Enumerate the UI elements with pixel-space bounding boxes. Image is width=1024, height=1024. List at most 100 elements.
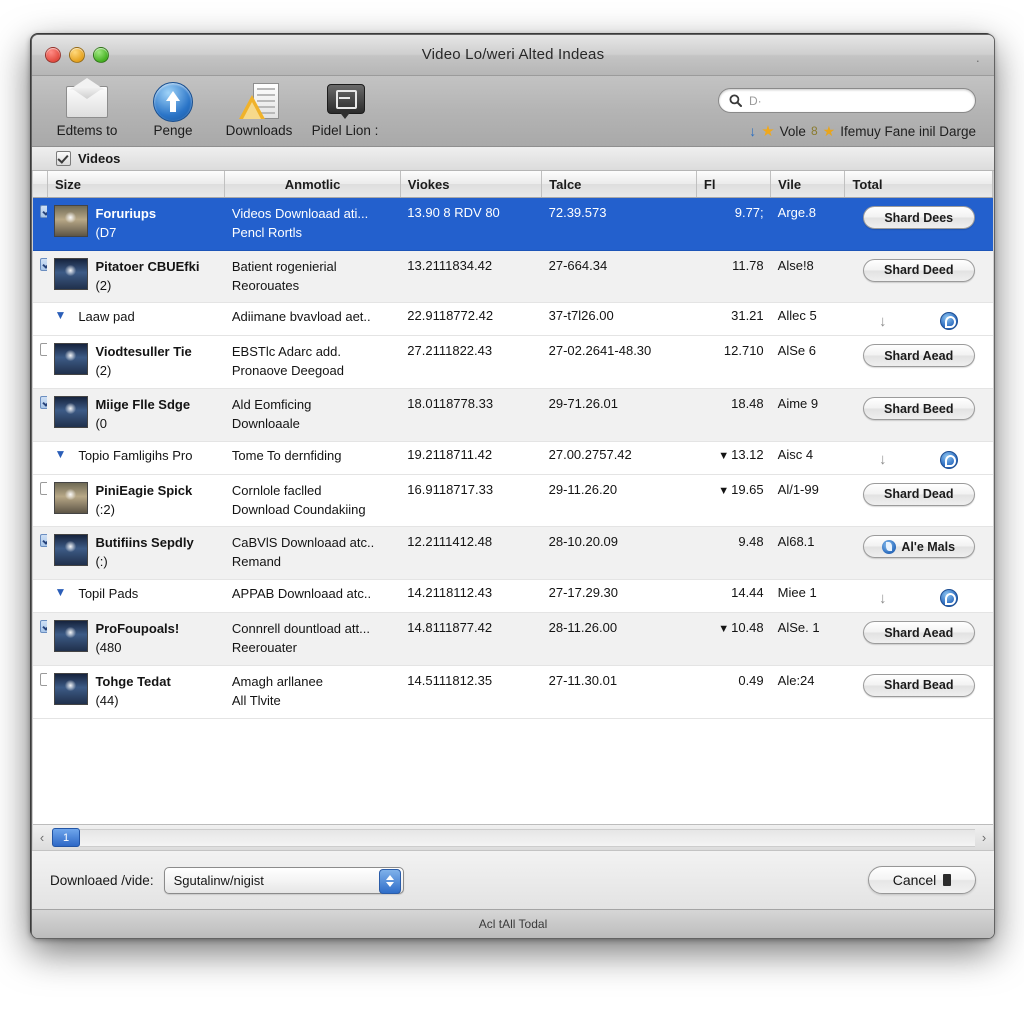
row-checkbox-cell[interactable] — [33, 612, 48, 666]
cell-talce: 37-t7l26.00 — [541, 302, 697, 337]
download-arrow-icon[interactable]: ↓ — [879, 313, 887, 330]
horizontal-scrollbar[interactable]: ‹ 1 › — [33, 824, 993, 850]
row-action-button[interactable]: Shard Bead — [862, 673, 975, 697]
row-checkbox[interactable] — [40, 257, 48, 271]
group-checkbox[interactable] — [56, 151, 71, 166]
row-action-button[interactable]: Al'e Mals — [862, 535, 975, 559]
row-name-primary: Viodtesuller Tie — [95, 344, 192, 360]
status-circle-icon[interactable] — [940, 589, 959, 608]
table-row[interactable]: Pitatoer CBUEfki (2) Batient rogenierial Re… — [33, 250, 993, 304]
scroll-right-arrow[interactable]: › — [975, 830, 993, 845]
row-action-button[interactable]: Shard Aead — [862, 621, 975, 645]
column-header-talce[interactable]: Talce — [541, 171, 697, 198]
table-row[interactable]: ▼ Topil Pads APPAB Downloaad atc.. 14.21181… — [33, 579, 993, 614]
chevron-down-icon[interactable]: ▼ — [54, 447, 66, 461]
search-icon — [729, 94, 742, 107]
down-caret-icon: ▼ — [718, 484, 730, 497]
row-checkbox[interactable] — [40, 481, 48, 495]
row-name-primary: Topil Pads — [78, 586, 139, 602]
table-row[interactable]: ▼ Laaw pad Adiimane bvavload aet.. 22.91187… — [33, 302, 993, 337]
cell-fl: 9.77; — [696, 197, 771, 251]
row-checkbox-cell[interactable] — [33, 388, 48, 442]
cell-anmotlic: Ald Eomficing Downloaale — [224, 388, 401, 442]
row-checkbox[interactable] — [40, 396, 48, 410]
down-caret-icon: ▼ — [718, 623, 730, 636]
row-checkbox-cell[interactable] — [33, 579, 48, 614]
column-header-anmotlic[interactable]: Anmotlic — [224, 171, 401, 198]
column-header-fl[interactable]: Fl — [696, 171, 772, 198]
column-header-checkbox — [33, 171, 48, 198]
toolbar-label: Pidel Lion : — [311, 123, 379, 138]
row-checkbox-cell[interactable] — [33, 335, 48, 390]
cell-size-name: PiniEagie Spick (:2) — [47, 474, 225, 528]
table-row[interactable]: Tohge Tedat (44) Amagh arllanee All Tlvite 1… — [33, 665, 993, 719]
chevron-down-icon[interactable]: ▼ — [54, 308, 66, 322]
toolbar-button-pidel-lion[interactable]: Pidel Lion : — [302, 79, 388, 138]
table-row[interactable]: Foruriups (D7 Videos Downloaad ati... Pencl… — [33, 197, 993, 251]
download-arrow-icon[interactable]: ↓ — [879, 451, 887, 468]
group-header-videos[interactable]: Videos — [32, 147, 994, 171]
stop-glyph-icon — [943, 874, 952, 886]
scroll-left-arrow[interactable]: ‹ — [33, 830, 51, 845]
row-desc-secondary: Pronaove Deegoad — [231, 363, 344, 379]
row-checkbox[interactable] — [40, 343, 48, 357]
status-bar: Acl tAll Todal — [32, 909, 994, 938]
stepper-icon[interactable] — [378, 868, 401, 894]
search-input[interactable]: D· — [718, 88, 976, 113]
row-action-button[interactable]: Shard Aead — [862, 344, 975, 368]
row-checkbox-cell[interactable] — [33, 197, 48, 251]
row-desc-primary: CaBVlS Downloaad atc.. — [231, 535, 375, 551]
chevron-down-icon[interactable]: ▼ — [54, 585, 66, 599]
column-header-vile[interactable]: Vile — [770, 171, 846, 198]
row-name-secondary: (44) — [95, 692, 119, 708]
row-checkbox-cell[interactable] — [33, 526, 48, 581]
row-action-button[interactable]: Shard Beed — [862, 397, 975, 421]
thumbnail-image — [54, 481, 89, 514]
row-checkbox-cell[interactable] — [33, 441, 48, 475]
page-indicator[interactable]: 1 — [52, 828, 80, 847]
row-checkbox[interactable] — [40, 534, 48, 548]
toolbar-button-edtems-to[interactable]: Edtems to — [44, 78, 130, 138]
row-checkbox[interactable] — [40, 672, 48, 686]
table-row[interactable]: PiniEagie Spick (:2) Cornlole faclled Downl… — [33, 474, 993, 528]
row-checkbox[interactable] — [40, 205, 48, 218]
column-header-size[interactable]: Size — [47, 171, 226, 198]
cell-fl: 18.48 — [696, 388, 771, 442]
row-desc-primary: Batient rogenierial — [231, 258, 337, 274]
row-checkbox-cell[interactable] — [33, 250, 48, 304]
cell-size-name: ▼ Topil Pads — [47, 579, 225, 614]
toolbar-button-penge[interactable]: Penge — [130, 79, 216, 138]
table-row[interactable]: Butifiins Sepdly (:) CaBVlS Downloaad atc.… — [33, 526, 993, 581]
cell-size-name: Pitatoer CBUEfki (2) — [47, 250, 225, 304]
toolbar-button-downloads[interactable]: Downloads — [216, 79, 302, 138]
cancel-button[interactable]: Cancel — [868, 866, 976, 894]
row-checkbox-cell[interactable] — [33, 665, 48, 719]
cell-anmotlic: Connrell dountload att... Reerouater — [224, 612, 401, 666]
table-row[interactable]: Miige Flle Sdge (0 Ald Eomficing Downloaale… — [33, 388, 993, 442]
table-row[interactable]: ▼ Topio Famligihs Pro Tome To dernfiding 19… — [33, 441, 993, 475]
row-action-button[interactable]: Shard Dees — [862, 206, 975, 229]
cell-fl: 9.48 — [696, 526, 771, 581]
table-row[interactable]: Viodtesuller Tie (2) EBSTlc Adarc add. Pron… — [33, 335, 993, 390]
search-placeholder: D· — [749, 93, 762, 108]
download-arrow-icon[interactable]: ↓ — [879, 590, 887, 607]
download-location-popup[interactable]: Sgutalinw/nigist — [163, 866, 404, 894]
cell-anmotlic: Videos Downloaad ati... Pencl Rortls — [224, 197, 401, 251]
row-action-button[interactable]: Shard Deed — [862, 258, 975, 282]
column-header-viokes[interactable]: Viokes — [400, 171, 543, 198]
table-row[interactable]: ProFoupoals! (480 Connrell dountload att..… — [33, 612, 993, 666]
status-circle-icon[interactable] — [940, 312, 959, 331]
cell-anmotlic: CaBVlS Downloaad atc.. Remand — [224, 526, 401, 581]
cell-talce: 27-664.34 — [541, 250, 697, 304]
row-checkbox-cell[interactable] — [33, 474, 48, 528]
cell-total-action: Shard Deed — [844, 250, 993, 304]
scroll-track[interactable] — [80, 828, 975, 847]
row-checkbox[interactable] — [40, 620, 48, 634]
row-checkbox-cell[interactable] — [33, 302, 48, 337]
cell-vile: Aime 9 — [770, 388, 845, 442]
status-circle-icon[interactable] — [940, 450, 959, 469]
cell-size-name: Tohge Tedat (44) — [47, 665, 225, 719]
row-action-button[interactable]: Shard Dead — [862, 482, 975, 506]
column-header-total[interactable]: Total — [844, 171, 993, 198]
row-action-label: Al'e Mals — [901, 539, 956, 554]
